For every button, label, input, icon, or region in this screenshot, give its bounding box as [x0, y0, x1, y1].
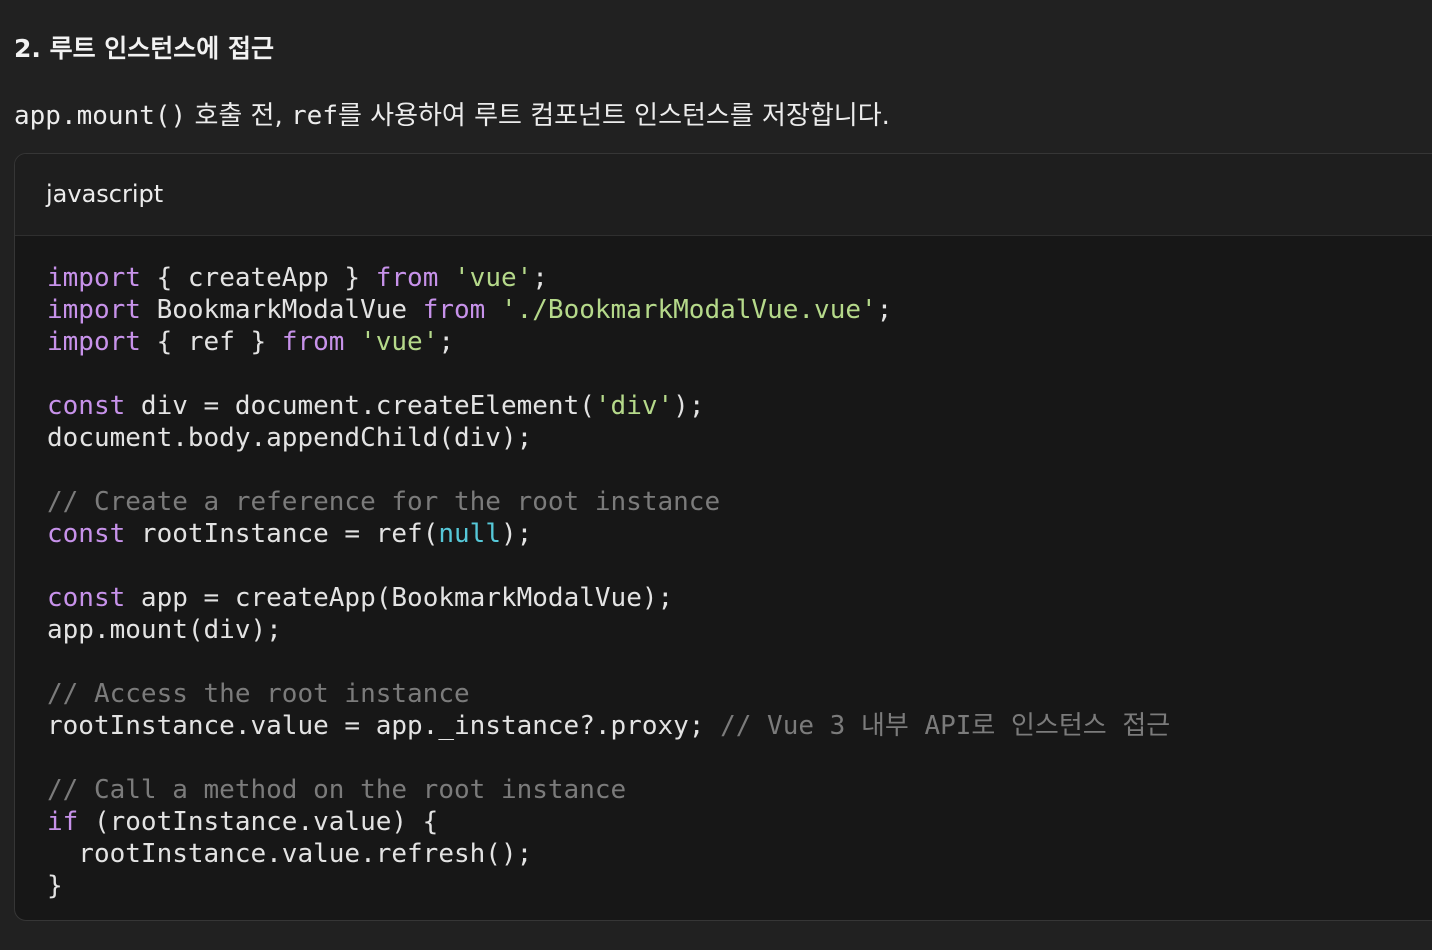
code-line: // Access the root instance — [47, 678, 1170, 710]
code-line: import { createApp } from 'vue'; — [47, 262, 1170, 294]
inline-code-app-mount: app.mount() — [14, 101, 187, 131]
code-token-kw: const — [47, 583, 126, 613]
description-paragraph: app.mount() 호출 전, ref를 사용하여 루트 컴포넌트 인스턴스… — [14, 96, 890, 136]
code-token-plain: ); — [500, 519, 533, 549]
section-heading: 2. 루트 인스턴스에 접근 — [14, 34, 275, 63]
code-token-plain: { ref } — [140, 327, 282, 357]
code-token-plain: div = document.createElement( — [125, 391, 595, 421]
code-line: rootInstance.value = app._instance?.prox… — [47, 710, 1170, 742]
code-token-plain: rootInstance = ref( — [125, 519, 439, 549]
code-line: const app = createApp(BookmarkModalVue); — [47, 582, 1170, 614]
code-token-kw: from — [375, 263, 439, 293]
code-token-plain: ); — [673, 391, 705, 421]
code-line: // Create a reference for the root insta… — [47, 486, 1170, 518]
code-line: const rootInstance = ref(null); — [47, 518, 1170, 550]
code-token-plain: ; — [532, 263, 548, 293]
code-token-com: // Call a method on the root instance — [47, 775, 627, 805]
code-token-plain: ; — [438, 327, 455, 357]
code-token-plain: rootInstance.value = app._instance?.prox… — [47, 711, 721, 741]
code-token-kw: const — [47, 391, 126, 421]
code-line: const div = document.createElement('div'… — [47, 390, 1170, 422]
code-block: javascript import { createApp } from 'vu… — [14, 153, 1432, 921]
code-token-com: // Vue 3 내부 API로 인스턴스 접근 — [720, 711, 1171, 741]
code-line: if (rootInstance.value) { — [47, 806, 1170, 838]
code-token-plain: rootInstance.value.refresh(); — [47, 839, 533, 869]
code-token-kw: if — [47, 807, 79, 837]
code-line: // Call a method on the root instance — [47, 774, 1170, 806]
code-line: app.mount(div); — [47, 614, 1170, 646]
code-token-plain: } — [47, 871, 63, 901]
code-content[interactable]: import { createApp } from 'vue'; import B… — [47, 262, 1170, 902]
code-token-kw: import — [47, 327, 141, 357]
code-line: document.body.appendChild(div); — [47, 422, 1170, 454]
code-token-com: // Create a reference for the root insta… — [47, 487, 721, 517]
code-block-header: javascript — [15, 154, 1432, 236]
code-line: } — [47, 870, 1170, 902]
code-line: rootInstance.value.refresh(); — [47, 838, 1170, 870]
code-token-plain: app = createApp(BookmarkModalVue); — [125, 583, 674, 613]
code-token-lit: null — [438, 519, 501, 549]
code-token-kw: from — [281, 327, 345, 357]
code-token-plain: ; — [876, 295, 893, 325]
paragraph-text-1: 호출 전, — [186, 101, 292, 131]
code-token-kw: from — [422, 295, 486, 325]
code-token-kw: import — [47, 295, 141, 325]
code-token-plain: document.body.appendChild(div); — [47, 423, 533, 453]
code-token-plain: { createApp } — [140, 263, 376, 293]
code-line: import { ref } from 'vue'; — [47, 326, 1170, 358]
code-token-kw: import — [47, 263, 141, 293]
inline-code-ref: ref — [291, 101, 338, 131]
code-line: import BookmarkModalVue from './Bookmark… — [47, 294, 1170, 326]
code-token-plain: app.mount(div); — [47, 615, 282, 645]
code-token-str: 'vue' — [360, 327, 439, 357]
code-language-label: javascript — [46, 180, 164, 208]
code-token-plain: (rootInstance.value) { — [78, 807, 439, 837]
code-token-com: // Access the root instance — [47, 679, 470, 709]
code-token-plain: BookmarkModalVue — [140, 295, 423, 325]
code-token-str: 'div' — [594, 391, 674, 421]
code-token-str: './BookmarkModalVue.vue' — [500, 295, 877, 325]
code-token-str: 'vue' — [454, 263, 533, 293]
paragraph-text-2: 를 사용하여 루트 컴포넌트 인스턴스를 저장합니다. — [337, 101, 890, 131]
code-token-kw: const — [47, 519, 126, 549]
